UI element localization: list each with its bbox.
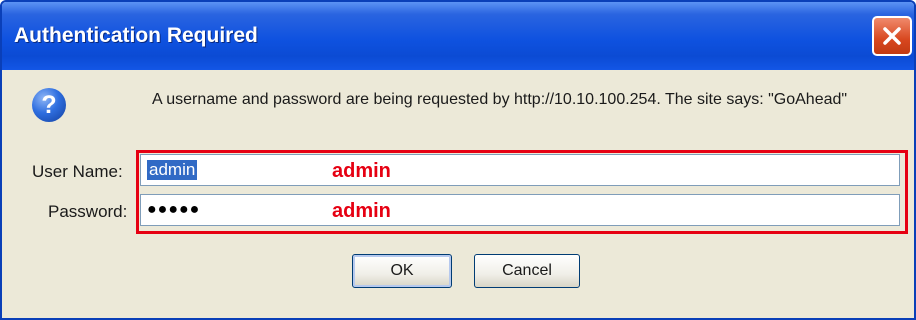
close-icon xyxy=(883,27,901,45)
ok-button[interactable]: OK xyxy=(352,254,452,288)
username-label: User Name: xyxy=(32,162,123,181)
cancel-button[interactable]: Cancel xyxy=(474,254,580,288)
dialog-title: Authentication Required xyxy=(14,24,258,47)
title-bar[interactable]: Authentication Required xyxy=(2,2,914,70)
auth-message: A username and password are being reques… xyxy=(152,91,848,108)
username-annotation: admin xyxy=(332,160,391,182)
authentication-dialog: Authentication Required ? A username and… xyxy=(0,0,916,320)
credentials-highlight-box xyxy=(136,150,908,234)
password-annotation: admin xyxy=(332,200,391,222)
question-icon: ? xyxy=(32,88,66,122)
password-label: Password: xyxy=(48,202,128,221)
close-button[interactable] xyxy=(872,16,912,56)
